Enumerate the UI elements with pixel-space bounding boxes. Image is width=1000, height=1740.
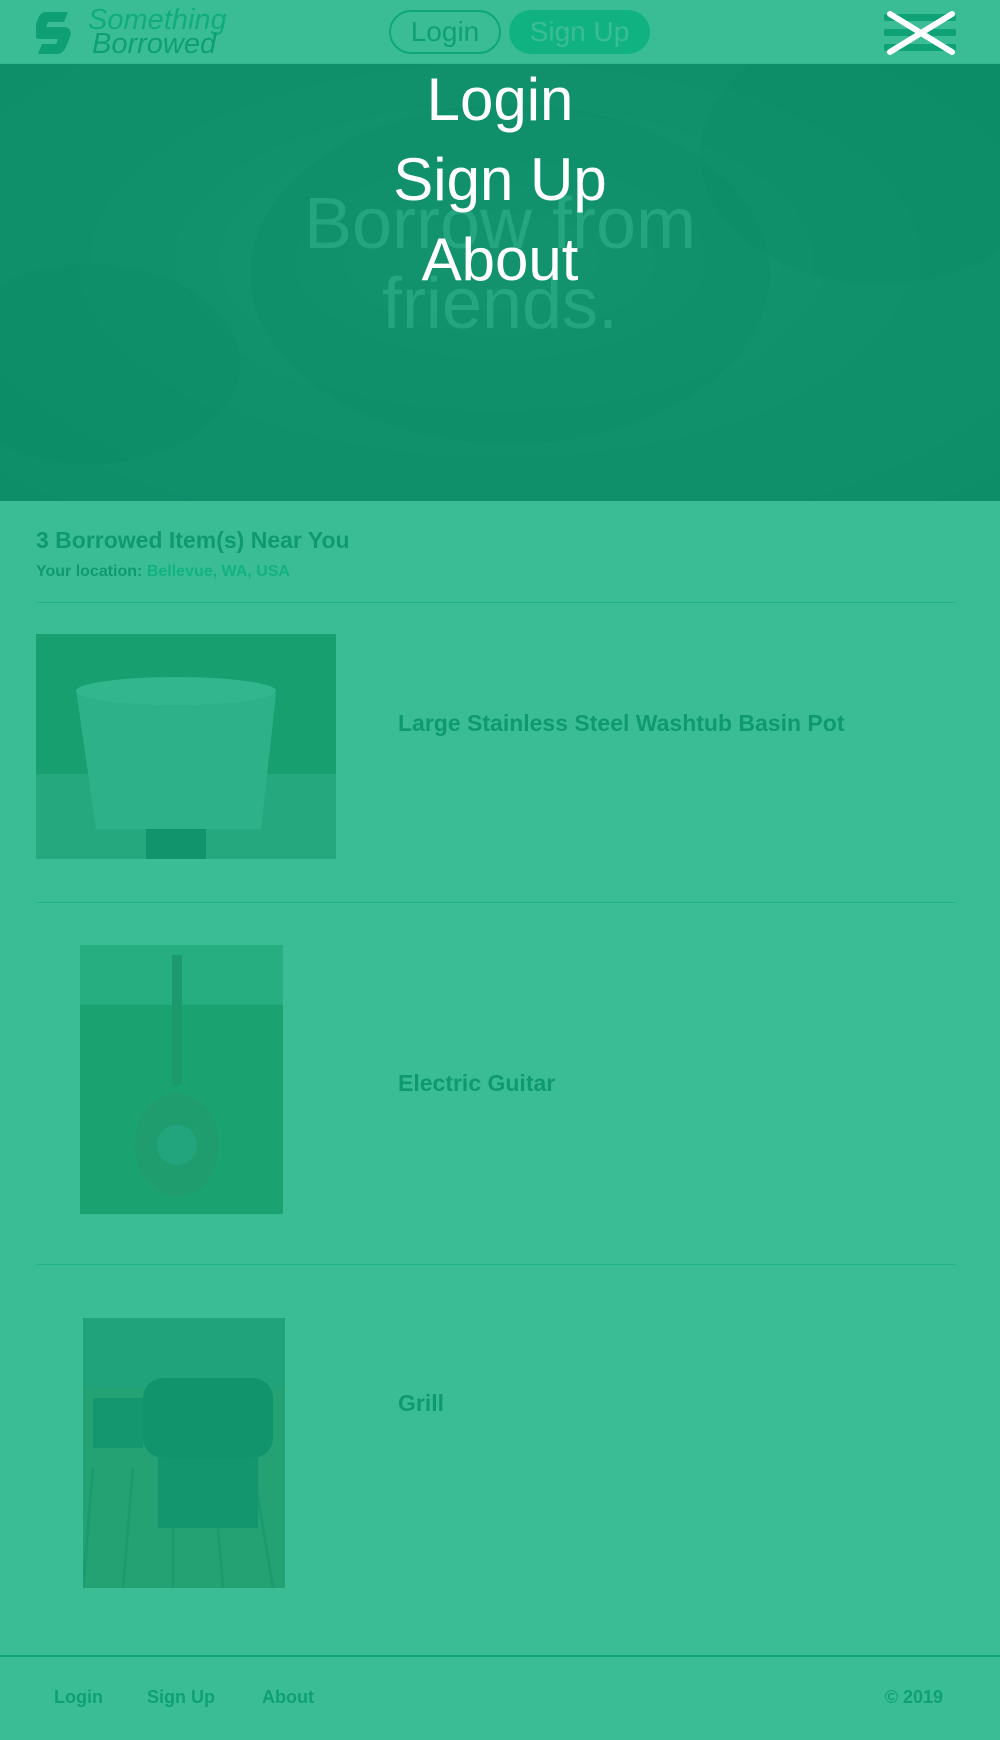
- overlay-menu-about[interactable]: About: [0, 220, 1000, 300]
- overlay-menu: Login Sign Up About: [0, 60, 1000, 300]
- site-logo[interactable]: Something Borrowed: [36, 6, 236, 60]
- header-login-button[interactable]: Login: [389, 10, 501, 54]
- footer-signup-link[interactable]: Sign Up: [147, 1687, 215, 1708]
- site-header: Something Borrowed Login Sign Up: [0, 0, 1000, 64]
- guitar-photo: [80, 945, 283, 1214]
- item-image-washtub[interactable]: [36, 634, 336, 859]
- close-icon-glyph: [887, 11, 955, 55]
- divider: [36, 602, 956, 603]
- footer-login-link[interactable]: Login: [54, 1687, 103, 1708]
- item-title[interactable]: Electric Guitar: [398, 1070, 555, 1097]
- item-title[interactable]: Large Stainless Steel Washtub Basin Pot: [398, 710, 844, 737]
- divider: [36, 1264, 956, 1265]
- footer-copyright: © 2019: [884, 1687, 943, 1707]
- item-image-grill[interactable]: [83, 1318, 285, 1588]
- grill-photo: [83, 1318, 285, 1588]
- item-image-guitar[interactable]: [80, 945, 283, 1214]
- close-icon[interactable]: [886, 10, 956, 56]
- logo-icon: [36, 12, 71, 54]
- results-title: 3 Borrowed Item(s) Near You: [36, 527, 350, 553]
- overlay-menu-signup[interactable]: Sign Up: [0, 140, 1000, 220]
- logo-line-2: Borrowed: [92, 28, 217, 60]
- overlay-menu-login[interactable]: Login: [0, 60, 1000, 140]
- header-signup-button[interactable]: Sign Up: [509, 10, 650, 54]
- location-label: Your location:: [36, 563, 143, 580]
- logo-text: Something Borrowed: [88, 6, 227, 60]
- washtub-photo: [36, 634, 336, 859]
- site-footer: Login Sign Up About © 2019: [0, 1655, 1000, 1740]
- item-title[interactable]: Grill: [398, 1390, 444, 1417]
- location-link[interactable]: Bellevue, WA, USA: [147, 563, 290, 580]
- divider: [36, 902, 956, 903]
- location-line: Your location: Bellevue, WA, USA: [36, 563, 290, 581]
- footer-about-link[interactable]: About: [262, 1687, 314, 1708]
